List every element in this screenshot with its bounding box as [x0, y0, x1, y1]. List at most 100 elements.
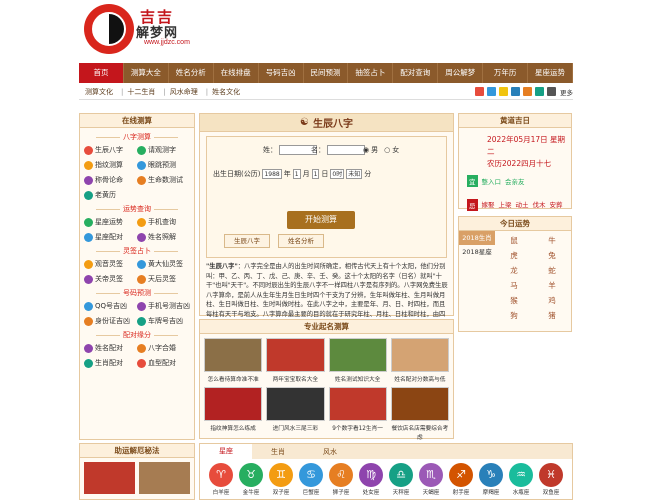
nav-item[interactable]: 测算大全: [124, 63, 169, 83]
tool-link[interactable]: 老黄历: [84, 190, 137, 200]
nav-item[interactable]: 在线排盘: [214, 63, 259, 83]
bagua-logo-icon[interactable]: [84, 4, 134, 54]
zodiac-sign[interactable]: ♓ 双鱼座: [536, 463, 566, 496]
tool-link[interactable]: 观音灵签: [84, 259, 137, 269]
surname-label: 姓：: [263, 146, 277, 154]
tool-link[interactable]: QQ号吉凶: [84, 301, 137, 311]
nav-item[interactable]: 星座运势: [528, 63, 573, 83]
tab-2018-zodiac[interactable]: 2018生肖: [459, 231, 495, 245]
article-thumb[interactable]: 两年宝宝取名大全: [266, 338, 325, 383]
nav-item[interactable]: 万年历: [483, 63, 529, 83]
minute-select[interactable]: 未知: [346, 169, 363, 179]
share-icon[interactable]: [547, 87, 556, 96]
tool-link[interactable]: 眼跳预测: [137, 160, 190, 170]
female-radio[interactable]: ○: [384, 146, 390, 154]
animal-link[interactable]: 猪: [533, 310, 571, 321]
tool-link[interactable]: 天后灵签: [137, 274, 190, 284]
tab-2018-constellation[interactable]: 2018星座: [459, 245, 495, 259]
subnav-item[interactable]: 十二生肖: [127, 87, 155, 97]
tool-link[interactable]: 黄大仙灵签: [137, 259, 190, 269]
tool-link[interactable]: 身份证吉凶: [84, 316, 137, 326]
share-icon[interactable]: [511, 87, 520, 96]
zodiac-sign[interactable]: ♏ 天蝎座: [416, 463, 446, 496]
article-thumb[interactable]: 9个数字看12生肖一: [328, 387, 387, 441]
zodiac-sign[interactable]: ♒ 水瓶座: [506, 463, 536, 496]
tool-link[interactable]: 车牌号吉凶: [137, 316, 190, 326]
subnav-item[interactable]: 姓名文化: [212, 87, 240, 97]
nav-item[interactable]: 号码吉凶: [259, 63, 304, 83]
month-select[interactable]: 1: [292, 169, 301, 179]
animal-link[interactable]: 狗: [495, 310, 533, 321]
tool-link[interactable]: 手机号测吉凶: [137, 301, 190, 311]
zodiac-sign[interactable]: ♌ 狮子座: [326, 463, 356, 496]
name-input[interactable]: [327, 145, 365, 155]
animal-link[interactable]: 羊: [533, 280, 571, 291]
zodiac-sign[interactable]: ♎ 天秤座: [386, 463, 416, 496]
male-radio[interactable]: ◉: [363, 146, 369, 154]
male-label: 男: [371, 146, 379, 154]
subnav-item[interactable]: 测算文化: [85, 87, 113, 97]
article-thumb[interactable]: 指纹神算怎么练成: [204, 387, 263, 441]
tool-link[interactable]: 手机查询: [137, 217, 190, 227]
subnav-item[interactable]: 风水命理: [170, 87, 198, 97]
article-thumb[interactable]: 怎么看待算命准不准: [204, 338, 263, 383]
zodiac-sign[interactable]: ♊ 双子座: [266, 463, 296, 496]
share-icon[interactable]: [487, 87, 496, 96]
zodiac-sign[interactable]: ♈ 白羊座: [206, 463, 236, 496]
share-icon[interactable]: [535, 87, 544, 96]
zodiac-sign[interactable]: ♑ 摩羯座: [476, 463, 506, 496]
tab-name-analysis[interactable]: 姓名分析: [278, 234, 324, 248]
tool-link[interactable]: 生肖配对: [84, 358, 137, 368]
zodiac-sign[interactable]: ♐ 射手座: [446, 463, 476, 496]
tool-link[interactable]: 称骨论命: [84, 175, 137, 185]
day-select[interactable]: 1: [311, 169, 320, 179]
tool-link[interactable]: 星座运势: [84, 217, 137, 227]
share-more-link[interactable]: 更多: [560, 87, 573, 97]
animal-link[interactable]: 虎: [495, 250, 533, 261]
tool-link[interactable]: 姓名照解: [137, 232, 190, 242]
hour-select[interactable]: 0时: [330, 169, 345, 179]
share-icon[interactable]: [475, 87, 484, 96]
tool-link[interactable]: 血型配对: [137, 358, 190, 368]
tool-link[interactable]: 八字合婚: [137, 343, 190, 353]
tool-link[interactable]: 指纹测算: [84, 160, 137, 170]
zodiac-sign[interactable]: ♉ 金牛座: [236, 463, 266, 496]
animal-link[interactable]: 鼠: [495, 235, 533, 246]
tab-fengshui[interactable]: 风水: [304, 447, 356, 457]
animal-link[interactable]: 蛇: [533, 265, 571, 276]
animal-link[interactable]: 龙: [495, 265, 533, 276]
tool-link[interactable]: 生命数测试: [137, 175, 190, 185]
tab-bazi[interactable]: 生辰八字: [224, 234, 270, 248]
tab-zodiac[interactable]: 生肖: [252, 447, 304, 457]
animal-link[interactable]: 马: [495, 280, 533, 291]
animal-link[interactable]: 牛: [533, 235, 571, 246]
tool-link[interactable]: 关帝灵签: [84, 274, 137, 284]
year-select[interactable]: 1988: [262, 169, 282, 179]
animal-link[interactable]: 鸡: [533, 295, 571, 306]
nav-item[interactable]: 配对查询: [393, 63, 439, 83]
article-thumb[interactable]: 姓名测试知识大全: [328, 338, 387, 383]
zodiac-sign[interactable]: ♋ 巨蟹座: [296, 463, 326, 496]
help-image[interactable]: [139, 462, 190, 494]
tab-constellation[interactable]: 星座: [200, 444, 252, 459]
zodiac-sign[interactable]: ♍ 处女座: [356, 463, 386, 496]
tool-link[interactable]: 请观测字: [137, 145, 190, 155]
article-thumb[interactable]: 餐饮店名店需要综合考虑: [390, 387, 449, 441]
tool-link[interactable]: 生辰八字: [84, 145, 137, 155]
animal-link[interactable]: 兔: [533, 250, 571, 261]
zodiac-label: 天秤座: [392, 490, 410, 496]
nav-item[interactable]: 抽签占卜: [348, 63, 394, 83]
article-thumb[interactable]: 姓名配对分数高与低: [390, 338, 449, 383]
help-image[interactable]: [84, 462, 135, 494]
animal-link[interactable]: 猴: [495, 295, 533, 306]
article-thumb[interactable]: 进门风水三尾三彩: [266, 387, 325, 441]
nav-item[interactable]: 姓名分析: [169, 63, 214, 83]
nav-item[interactable]: 首页: [79, 63, 124, 83]
tool-link[interactable]: 姓名配对: [84, 343, 137, 353]
start-calc-button[interactable]: 开始测算: [287, 211, 355, 229]
share-icon[interactable]: [499, 87, 508, 96]
nav-item[interactable]: 民间预测: [304, 63, 349, 83]
share-icon[interactable]: [523, 87, 532, 96]
nav-item[interactable]: 周公解梦: [438, 63, 484, 83]
tool-link[interactable]: 星座配对: [84, 232, 137, 242]
